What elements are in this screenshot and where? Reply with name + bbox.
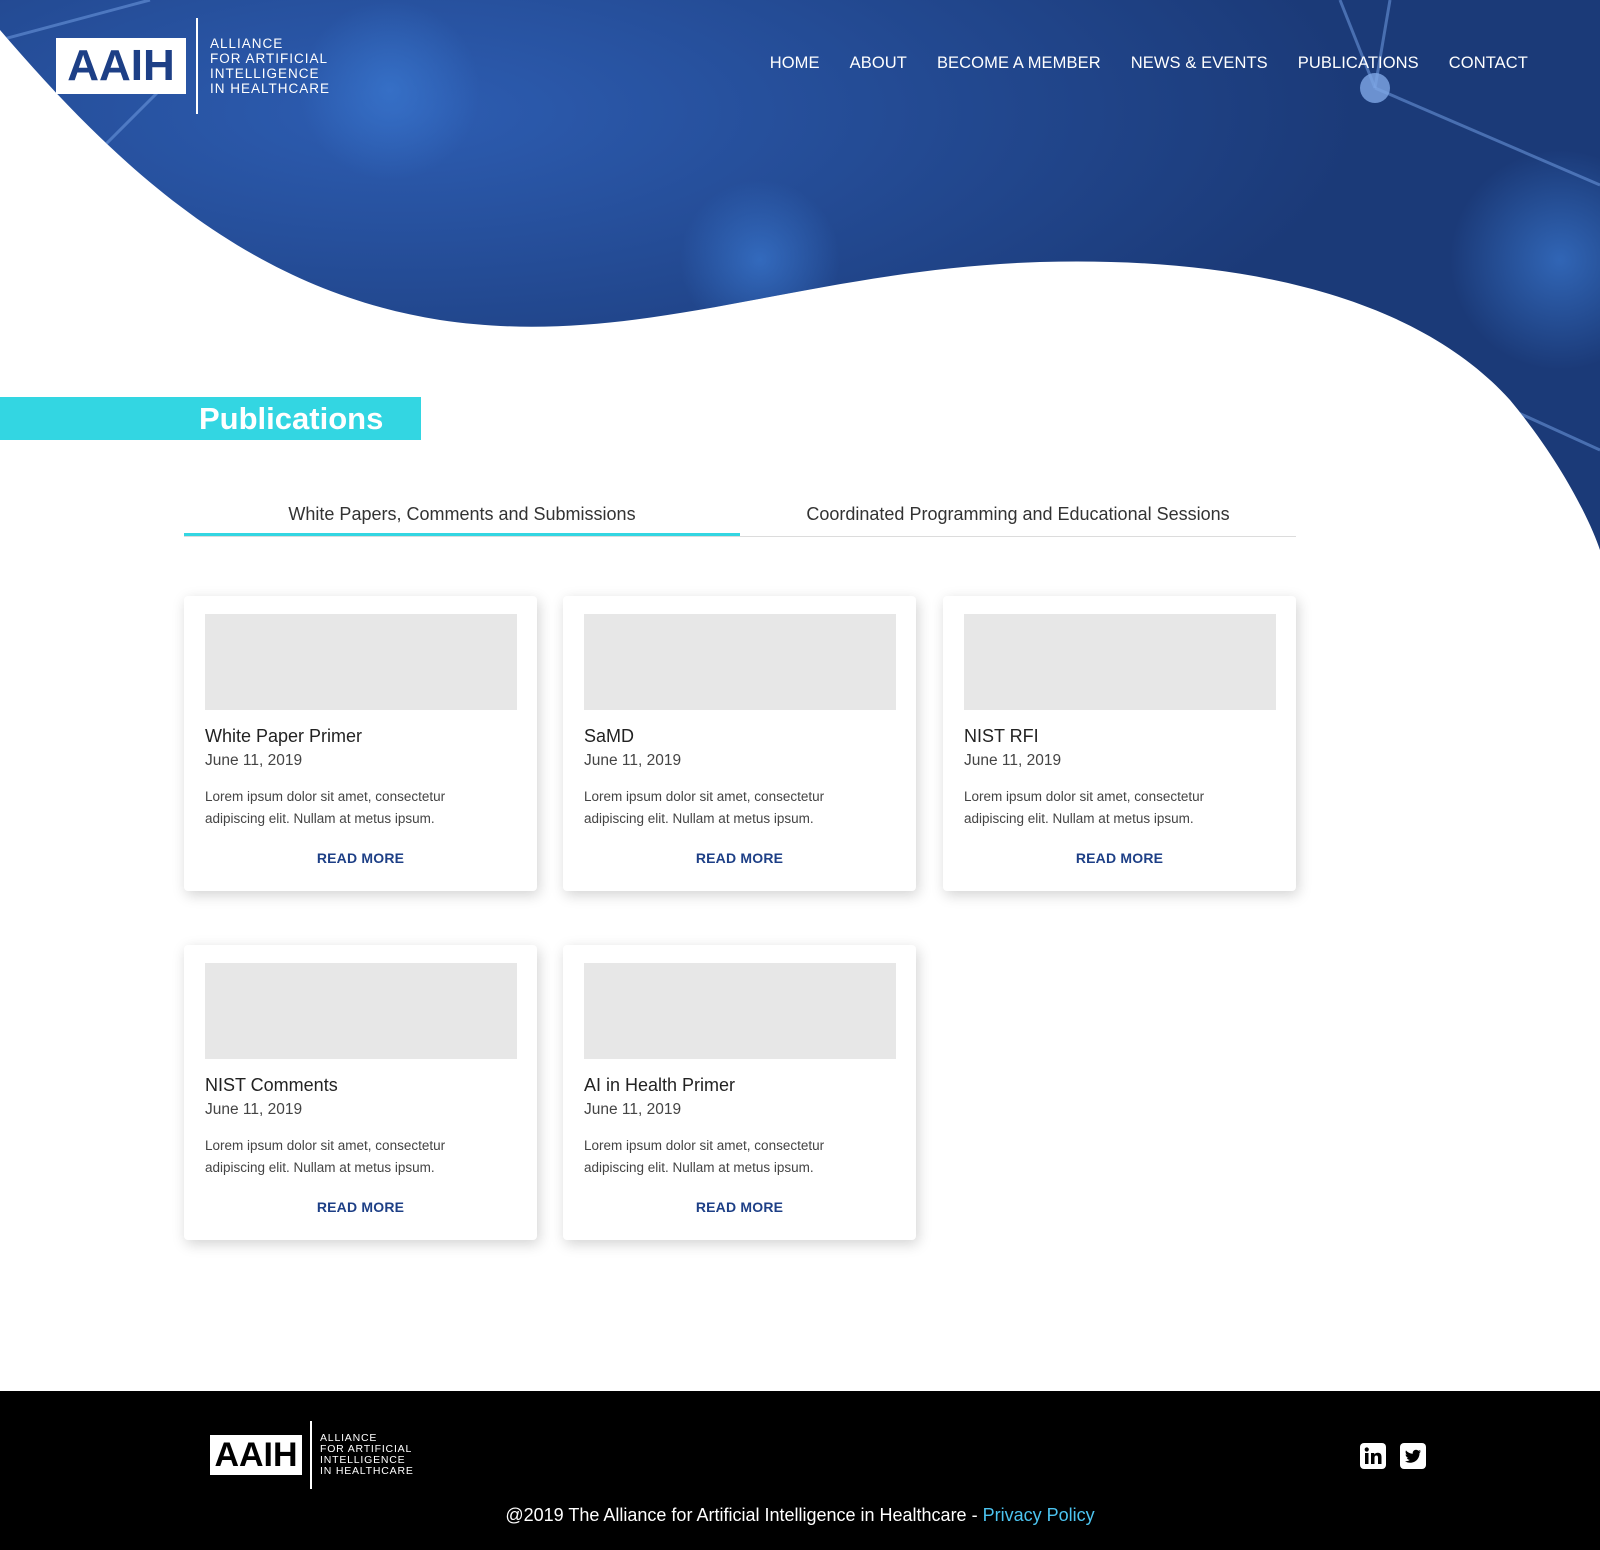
card-date: June 11, 2019 (584, 752, 682, 769)
read-more-link[interactable]: READ MORE (563, 850, 916, 866)
card-description: Lorem ipsum dolor sit amet, consectetur … (584, 789, 825, 826)
card-title[interactable]: NIST Comments (205, 1075, 338, 1096)
card-title[interactable]: White Paper Primer (205, 726, 362, 747)
card-description: Lorem ipsum dolor sit amet, consectetur … (205, 1138, 446, 1175)
logo-mark: AAIH (56, 38, 186, 94)
publication-card: SaMD June 11, 2019 Lorem ipsum dolor sit… (563, 596, 916, 891)
copyright-label: @2019 The Alliance for Artificial Intell… (505, 1505, 983, 1525)
publication-card: NIST Comments June 11, 2019 Lorem ipsum … (184, 945, 537, 1240)
read-more-link[interactable]: READ MORE (184, 1199, 537, 1215)
logo-divider (196, 18, 198, 114)
tab-white-papers[interactable]: White Papers, Comments and Submissions (184, 494, 740, 536)
card-description: Lorem ipsum dolor sit amet, consectetur … (584, 1138, 825, 1175)
nav-about[interactable]: ABOUT (850, 54, 907, 73)
copyright-text: @2019 The Alliance for Artificial Intell… (0, 1505, 1600, 1526)
publication-card: White Paper Primer June 11, 2019 Lorem i… (184, 596, 537, 891)
site-logo[interactable]: AAIH ALLIANCE FOR ARTIFICIAL INTELLIGENC… (56, 18, 330, 114)
social-links (1360, 1443, 1426, 1469)
card-image-placeholder (584, 614, 896, 710)
logo-line: IN HEALTHCARE (320, 1465, 414, 1477)
logo-line: ALLIANCE (210, 36, 284, 51)
logo-line: INTELLIGENCE (210, 66, 320, 81)
logo-line: FOR ARTIFICIAL (210, 51, 329, 66)
card-description: Lorem ipsum dolor sit amet, consectetur … (964, 789, 1205, 826)
footer-logo-divider (310, 1421, 312, 1489)
read-more-link[interactable]: READ MORE (943, 850, 1296, 866)
read-more-link[interactable]: READ MORE (184, 850, 537, 866)
card-title[interactable]: NIST RFI (964, 726, 1039, 747)
logo-wordmark: ALLIANCE FOR ARTIFICIAL INTELLIGENCE IN … (210, 36, 330, 96)
nav-news-events[interactable]: NEWS & EVENTS (1131, 54, 1268, 73)
nav-home[interactable]: HOME (770, 54, 820, 73)
nav-become-member[interactable]: BECOME A MEMBER (937, 54, 1101, 73)
logo-line: IN HEALTHCARE (210, 81, 331, 96)
publication-card: NIST RFI June 11, 2019 Lorem ipsum dolor… (943, 596, 1296, 891)
hero-banner: AAIH ALLIANCE FOR ARTIFICIAL INTELLIGENC… (0, 0, 1600, 560)
read-more-link[interactable]: READ MORE (563, 1199, 916, 1215)
nav-contact[interactable]: CONTACT (1449, 54, 1528, 73)
card-image-placeholder (205, 614, 517, 710)
main-nav: HOME ABOUT BECOME A MEMBER NEWS & EVENTS… (770, 54, 1528, 73)
card-date: June 11, 2019 (584, 1101, 682, 1118)
card-date: June 11, 2019 (205, 752, 303, 769)
nav-publications[interactable]: PUBLICATIONS (1298, 54, 1419, 73)
linkedin-icon[interactable] (1360, 1443, 1386, 1469)
card-image-placeholder (584, 963, 896, 1059)
card-image-placeholder (964, 614, 1276, 710)
tab-coordinated-programming[interactable]: Coordinated Programming and Educational … (740, 494, 1296, 536)
card-image-placeholder (205, 963, 517, 1059)
footer-logo-mark: AAIH (210, 1435, 302, 1475)
card-title[interactable]: SaMD (584, 726, 634, 747)
card-date: June 11, 2019 (964, 752, 1062, 769)
footer-logo-wordmark: ALLIANCE FOR ARTIFICIAL INTELLIGENCE IN … (320, 1433, 414, 1477)
page-title: Publications (199, 401, 384, 436)
publication-card: AI in Health Primer June 11, 2019 Lorem … (563, 945, 916, 1240)
card-title[interactable]: AI in Health Primer (584, 1075, 735, 1096)
card-date: June 11, 2019 (205, 1101, 303, 1118)
card-description: Lorem ipsum dolor sit amet, consectetur … (205, 789, 446, 826)
site-footer: AAIH ALLIANCE FOR ARTIFICIAL INTELLIGENC… (0, 1391, 1600, 1550)
footer-logo[interactable]: AAIH ALLIANCE FOR ARTIFICIAL INTELLIGENC… (210, 1421, 414, 1489)
twitter-icon[interactable] (1400, 1443, 1426, 1469)
page-title-bar: Publications (0, 397, 421, 440)
privacy-policy-link[interactable]: Privacy Policy (983, 1505, 1095, 1525)
publication-tabs: White Papers, Comments and Submissions C… (184, 494, 1296, 537)
